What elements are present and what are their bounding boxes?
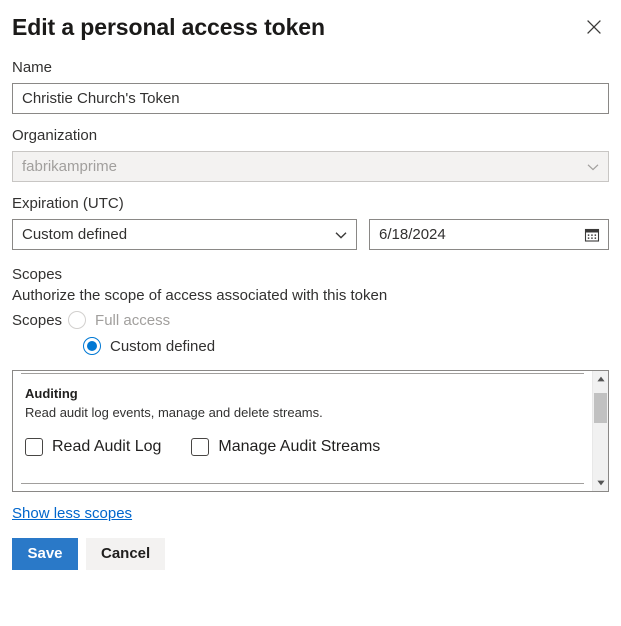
- scroll-up-arrow-icon[interactable]: [593, 371, 608, 387]
- scopes-inline-label: Scopes: [12, 310, 62, 331]
- organization-label: Organization: [12, 126, 609, 146]
- save-button[interactable]: Save: [12, 538, 78, 570]
- scopes-scroll-content: Auditing Read audit log events, manage a…: [13, 371, 592, 491]
- checkbox-manage-audit-streams[interactable]: Manage Audit Streams: [191, 436, 380, 457]
- scopes-radio-group: Scopes Full access Custom defined: [12, 307, 609, 359]
- organization-dropdown: fabrikamprime: [12, 151, 609, 182]
- checkbox-box[interactable]: [25, 438, 43, 456]
- expiration-controls: Custom defined 6/18/2024: [12, 219, 609, 250]
- scope-checkbox-row: Read Audit Log Manage Audit Streams: [25, 436, 580, 457]
- expiration-preset-value: Custom defined: [22, 225, 127, 245]
- checkbox-read-audit-log[interactable]: Read Audit Log: [25, 436, 161, 457]
- calendar-icon[interactable]: [584, 227, 600, 243]
- chevron-down-icon: [334, 228, 348, 242]
- dialog-header: Edit a personal access token: [12, 0, 609, 52]
- dialog-footer-buttons: Save Cancel: [12, 538, 609, 570]
- radio-custom-defined-label: Custom defined: [110, 336, 215, 357]
- checkbox-box[interactable]: [191, 438, 209, 456]
- organization-field-group: Organization fabrikamprime: [12, 126, 609, 182]
- checkbox-read-audit-log-label: Read Audit Log: [52, 436, 161, 457]
- radio-custom-defined[interactable]: [83, 337, 101, 355]
- expiration-date-input[interactable]: 6/18/2024: [369, 219, 609, 250]
- expiration-label: Expiration (UTC): [12, 194, 609, 214]
- scope-group-title: Auditing: [25, 385, 580, 403]
- edit-pat-dialog: Edit a personal access token Name Christ…: [0, 0, 621, 626]
- show-less-scopes-link[interactable]: Show less scopes: [12, 504, 132, 524]
- page-title: Edit a personal access token: [12, 12, 325, 42]
- scrollbar-thumb[interactable]: [594, 393, 607, 423]
- cancel-button[interactable]: Cancel: [86, 538, 165, 570]
- scopes-heading: Scopes: [12, 264, 609, 285]
- name-input[interactable]: Christie Church's Token: [12, 83, 609, 114]
- close-icon: [586, 19, 602, 35]
- name-input-value: Christie Church's Token: [22, 89, 180, 109]
- name-label: Name: [12, 58, 609, 78]
- radio-full-access: [68, 311, 86, 329]
- scope-group-auditing: Auditing Read audit log events, manage a…: [13, 374, 592, 457]
- radio-full-access-label: Full access: [95, 310, 170, 331]
- scopes-radio-full-access-row: Scopes Full access: [12, 307, 609, 333]
- scopes-description: Authorize the scope of access associated…: [12, 285, 609, 306]
- scopes-vertical-scrollbar[interactable]: [592, 371, 608, 491]
- name-field-group: Name Christie Church's Token: [12, 58, 609, 114]
- chevron-down-icon: [586, 160, 600, 174]
- scopes-bottom-divider: [21, 483, 584, 484]
- scopes-radio-custom-defined-row[interactable]: Custom defined: [12, 333, 609, 359]
- organization-value: fabrikamprime: [22, 157, 117, 177]
- scope-group-description: Read audit log events, manage and delete…: [25, 404, 580, 422]
- scopes-scroll-panel: Auditing Read audit log events, manage a…: [12, 370, 609, 492]
- expiration-field-group: Expiration (UTC) Custom defined 6/18/202…: [12, 194, 609, 250]
- expiration-preset-dropdown[interactable]: Custom defined: [12, 219, 357, 250]
- scroll-down-arrow-icon[interactable]: [593, 475, 608, 491]
- checkbox-manage-audit-streams-label: Manage Audit Streams: [218, 436, 380, 457]
- close-button[interactable]: [577, 10, 611, 44]
- expiration-date-value: 6/18/2024: [379, 225, 446, 245]
